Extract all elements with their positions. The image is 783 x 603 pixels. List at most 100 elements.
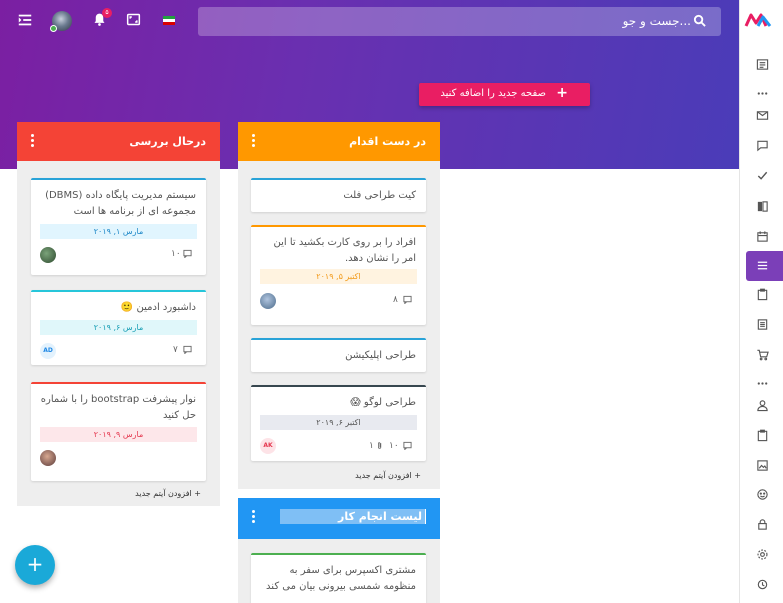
add-page-button[interactable]: صفحه جدید را اضافه کنید +	[419, 83, 590, 106]
add-item-link[interactable]: + افزودن آیتم جدید	[135, 489, 201, 498]
comment-count: ۷	[173, 345, 178, 355]
image-icon	[756, 460, 768, 471]
more-horizontal-icon	[757, 92, 767, 95]
sidebar-item-chat[interactable]	[749, 136, 775, 156]
clock-icon	[757, 579, 767, 590]
app-logo[interactable]	[744, 12, 772, 28]
card-date: اکتبر ۵, ۲۰۱۹	[260, 269, 417, 284]
search-icon	[693, 14, 707, 28]
add-item-link[interactable]: + افزودن آیتم جدید	[355, 471, 421, 480]
more-vertical-icon[interactable]	[31, 134, 35, 147]
sidebar-item-invoice[interactable]	[749, 315, 775, 335]
invoice-icon	[757, 319, 767, 330]
task-card[interactable]: نوار پیشرفت bootstrap را با شماره حل کنی…	[31, 382, 206, 481]
top-bar: ۵ جست و جو...	[0, 0, 739, 42]
column-header: لیست انجام کار	[238, 498, 440, 539]
task-card[interactable]: افراد را بر روی کارت بکشید تا این امر را…	[251, 225, 426, 325]
notification-badge: ۵	[102, 8, 112, 18]
list-icon	[757, 261, 767, 270]
book-icon	[757, 201, 768, 212]
task-card[interactable]: سیستم مدیریت پایگاه داده (DBMS) مجموعه ا…	[31, 178, 206, 275]
sidebar-item-kanban[interactable]	[749, 256, 775, 276]
online-status-dot	[50, 25, 57, 32]
cart-icon	[756, 349, 769, 361]
dashboard-icon	[756, 59, 768, 70]
sidebar-item-calendar[interactable]	[749, 227, 775, 247]
menu-collapse-icon[interactable]	[17, 12, 35, 30]
paperclip-icon	[376, 441, 384, 453]
avatar[interactable]: AK	[260, 438, 276, 454]
sidebar-more-2[interactable]	[749, 374, 775, 394]
sidebar-more-1[interactable]	[749, 84, 775, 104]
avatar[interactable]	[40, 247, 56, 263]
sidebar-item-more-bottom[interactable]	[749, 575, 775, 595]
sidebar-item-notes[interactable]	[749, 197, 775, 217]
card-title: داشبورد ادمین 🙂	[120, 302, 196, 313]
column-title-input[interactable]: لیست انجام کار	[280, 509, 426, 524]
column-in-progress: در دست اقدام کیت طراحی فلت افراد را بر ر…	[238, 122, 440, 489]
comment-count: ۸	[393, 295, 398, 305]
check-icon	[757, 171, 767, 180]
sidebar-item-emoji[interactable]	[749, 485, 775, 505]
task-card[interactable]: طراحی لوگو 😱 اکتبر ۶, ۲۰۱۹ AK ۱۰ ۱	[251, 385, 426, 461]
task-card[interactable]: طراحی اپلیکیشن	[251, 338, 426, 372]
sidebar-item-tasks[interactable]	[749, 426, 775, 446]
smile-icon	[756, 489, 768, 500]
sidebar-item-mail[interactable]	[749, 106, 775, 126]
chat-icon	[756, 140, 768, 152]
sidebar-item-settings[interactable]	[749, 545, 775, 565]
column-header: درحال بررسی	[17, 122, 220, 161]
card-title: نوار پیشرفت bootstrap را با شماره حل کنی…	[40, 394, 196, 421]
sidebar-item-profile[interactable]	[749, 396, 775, 416]
card-title: طراحی اپلیکیشن	[345, 350, 416, 361]
sidebar-item-clipboard[interactable]	[749, 285, 775, 305]
add-fab-button[interactable]: +	[15, 545, 55, 585]
card-title: سیستم مدیریت پایگاه داده (DBMS) مجموعه ا…	[45, 190, 196, 217]
task-card[interactable]: کیت طراحی فلت	[251, 178, 426, 212]
attachment-count: ۱	[369, 441, 374, 451]
comment-icon	[183, 249, 192, 261]
sidebar-item-todo[interactable]	[749, 166, 775, 186]
card-title: افراد را بر روی کارت بکشید تا این امر را…	[273, 237, 417, 264]
plus-icon: +	[556, 85, 568, 101]
more-horizontal-icon	[757, 382, 767, 385]
card-date: مارس ۶, ۲۰۱۹	[40, 320, 197, 335]
card-date: مارس ۹, ۲۰۱۹	[40, 427, 197, 442]
comment-count: ۱۰	[389, 441, 399, 451]
comment-icon	[403, 295, 412, 307]
fullscreen-icon[interactable]	[126, 12, 144, 30]
avatar[interactable]	[40, 450, 56, 466]
more-vertical-icon[interactable]	[252, 510, 256, 523]
column-in-review: درحال بررسی سیستم مدیریت پایگاه داده (DB…	[17, 122, 220, 506]
mail-icon	[756, 111, 768, 120]
gear-icon	[756, 549, 768, 560]
card-title: طراحی لوگو 😱	[350, 397, 416, 408]
card-title: مشتری اکسپرس برای سفر به منظومه شمسی بیر…	[266, 565, 416, 592]
clipboard-icon	[757, 429, 767, 442]
sidebar-item-shop[interactable]	[749, 345, 775, 365]
clipboard-icon	[757, 288, 767, 301]
comment-icon	[403, 441, 412, 453]
avatar[interactable]	[260, 293, 276, 309]
task-card[interactable]: مشتری اکسپرس برای سفر به منظومه شمسی بیر…	[251, 553, 426, 603]
comment-count: ۱۰	[171, 249, 181, 259]
column-todo: لیست انجام کار مشتری اکسپرس برای سفر به …	[238, 498, 440, 603]
sidebar-item-gallery[interactable]	[749, 456, 775, 476]
column-header: در دست اقدام	[238, 122, 440, 161]
column-title: درحال بررسی	[129, 135, 206, 148]
avatar[interactable]: AD	[40, 343, 56, 359]
sidebar-item-dashboard[interactable]	[749, 55, 775, 75]
calendar-icon	[756, 231, 768, 242]
card-date: مارس ۱, ۲۰۱۹	[40, 224, 197, 239]
task-card[interactable]: داشبورد ادمین 🙂 مارس ۶, ۲۰۱۹ AD ۷	[31, 290, 206, 365]
comment-icon	[183, 345, 192, 357]
card-date: اکتبر ۶, ۲۰۱۹	[260, 415, 417, 430]
iran-flag-icon[interactable]	[163, 16, 175, 25]
card-title: کیت طراحی فلت	[343, 190, 416, 201]
lock-icon	[757, 519, 767, 530]
more-vertical-icon[interactable]	[252, 134, 256, 147]
sidebar-item-lock[interactable]	[749, 515, 775, 535]
column-title: در دست اقدام	[349, 135, 426, 148]
search-input[interactable]: جست و جو...	[623, 14, 691, 28]
search-bar[interactable]: جست و جو...	[198, 7, 721, 36]
